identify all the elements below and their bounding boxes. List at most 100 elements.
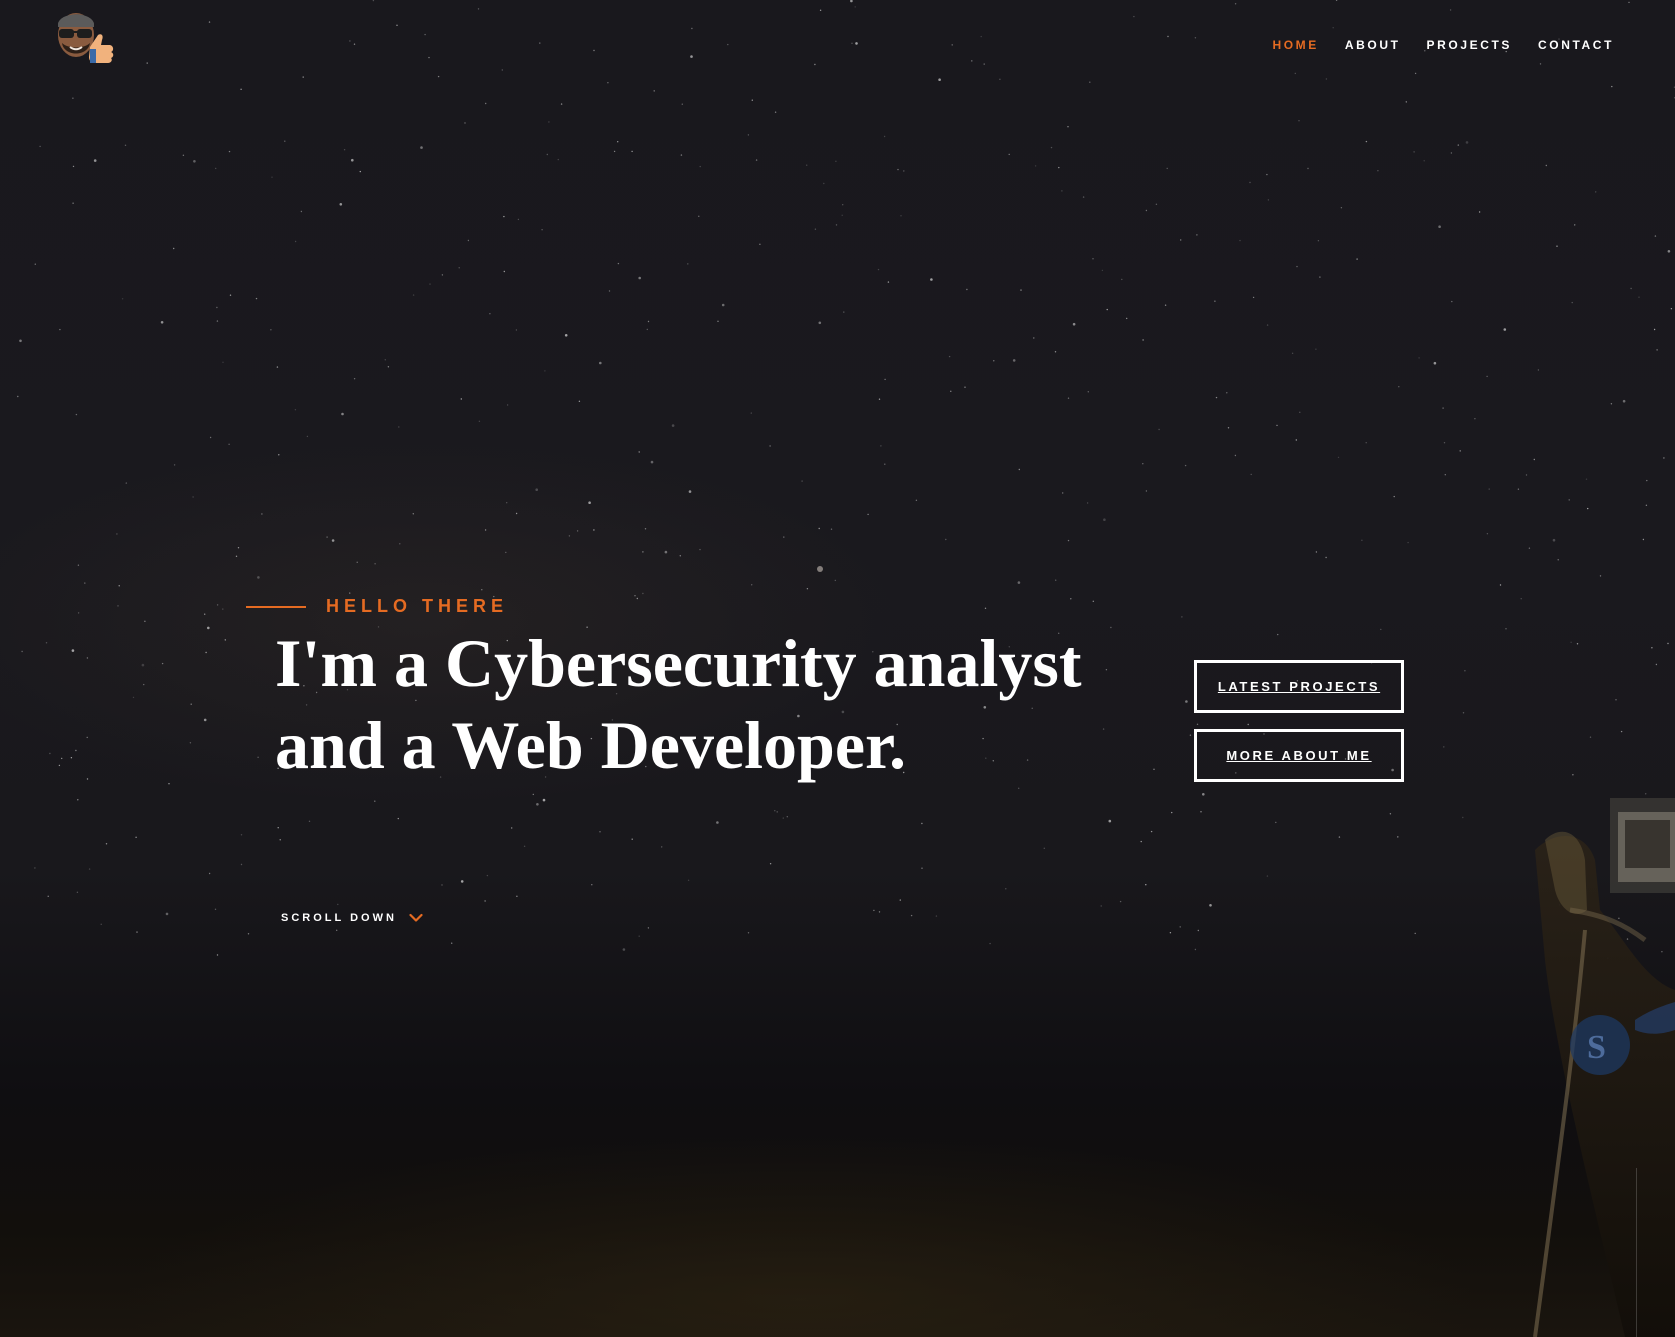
star <box>192 496 194 498</box>
star <box>1103 518 1106 521</box>
star <box>843 311 845 313</box>
star <box>1164 304 1167 306</box>
star <box>247 933 250 935</box>
star <box>429 283 431 285</box>
star <box>1050 146 1053 149</box>
star <box>271 176 273 178</box>
latest-projects-button[interactable]: LATEST PROJECTS <box>1194 660 1404 713</box>
star <box>1645 504 1648 506</box>
star <box>1611 85 1613 88</box>
star <box>841 214 843 216</box>
star <box>1005 888 1007 890</box>
star <box>1462 712 1465 714</box>
star <box>1196 723 1199 725</box>
star <box>887 281 890 283</box>
star <box>1398 386 1400 388</box>
star <box>653 90 655 92</box>
star <box>1638 296 1640 298</box>
star <box>1189 734 1192 736</box>
star <box>503 270 505 273</box>
star <box>835 160 837 162</box>
star <box>1089 81 1091 83</box>
star <box>168 783 170 785</box>
more-about-me-button[interactable]: MORE ABOUT ME <box>1194 729 1404 782</box>
star <box>1315 551 1318 553</box>
star <box>1299 411 1301 413</box>
star <box>1407 541 1409 544</box>
star <box>1517 488 1520 490</box>
star <box>830 528 833 530</box>
star <box>1405 101 1408 103</box>
star <box>698 215 700 217</box>
star <box>783 536 785 538</box>
star <box>823 182 825 185</box>
star <box>72 165 75 168</box>
star <box>105 843 108 845</box>
star <box>1335 0 1338 1</box>
star <box>203 718 207 722</box>
star <box>261 513 263 515</box>
star <box>588 501 591 505</box>
star <box>1572 774 1574 776</box>
nav-link-contact[interactable]: CONTACT <box>1538 38 1614 52</box>
star <box>1194 948 1197 951</box>
star <box>1291 352 1294 354</box>
star <box>1252 296 1255 299</box>
star <box>1361 539 1363 541</box>
star <box>855 42 858 45</box>
star <box>1656 349 1658 351</box>
star <box>1653 328 1656 331</box>
star <box>687 263 689 265</box>
main-nav: HOME ABOUT PROJECTS CONTACT <box>1272 36 1614 54</box>
star <box>1277 633 1279 636</box>
star <box>1275 821 1277 824</box>
star <box>458 267 460 269</box>
star <box>1062 492 1064 494</box>
star <box>576 530 579 532</box>
scroll-down-link[interactable]: SCROLL DOWN <box>281 912 423 924</box>
star <box>1442 407 1444 409</box>
star <box>755 159 758 161</box>
star <box>1414 72 1417 75</box>
star <box>1247 723 1249 726</box>
star <box>1457 144 1460 146</box>
star <box>1465 141 1469 144</box>
star <box>485 102 487 105</box>
star <box>786 816 788 818</box>
star <box>1276 424 1278 427</box>
star <box>1537 369 1540 371</box>
star <box>1589 736 1592 738</box>
star <box>1340 207 1343 209</box>
star <box>374 563 376 565</box>
star <box>86 736 88 739</box>
star <box>121 298 124 300</box>
star <box>1646 479 1648 482</box>
star <box>984 607 987 609</box>
star <box>72 97 74 99</box>
star <box>306 435 309 438</box>
star <box>501 69 503 71</box>
star <box>642 551 644 553</box>
star <box>228 150 231 153</box>
nav-link-home[interactable]: HOME <box>1272 38 1318 52</box>
star <box>84 582 86 584</box>
star <box>1214 300 1216 302</box>
star <box>631 150 633 153</box>
star <box>511 827 513 829</box>
nav-link-about[interactable]: ABOUT <box>1345 38 1401 52</box>
star <box>782 817 784 819</box>
star <box>878 398 881 400</box>
nav-link-projects[interactable]: PROJECTS <box>1427 38 1512 52</box>
star <box>503 215 505 218</box>
memoji-thumbs-up-icon[interactable] <box>54 5 116 69</box>
star <box>117 605 119 607</box>
star <box>842 204 844 206</box>
star <box>359 170 361 173</box>
star <box>878 911 881 913</box>
star <box>1142 339 1144 341</box>
boat-image: S <box>1533 798 1675 1337</box>
star <box>1325 78 1328 80</box>
star <box>72 202 74 204</box>
star <box>1571 301 1573 304</box>
star <box>1033 337 1035 339</box>
